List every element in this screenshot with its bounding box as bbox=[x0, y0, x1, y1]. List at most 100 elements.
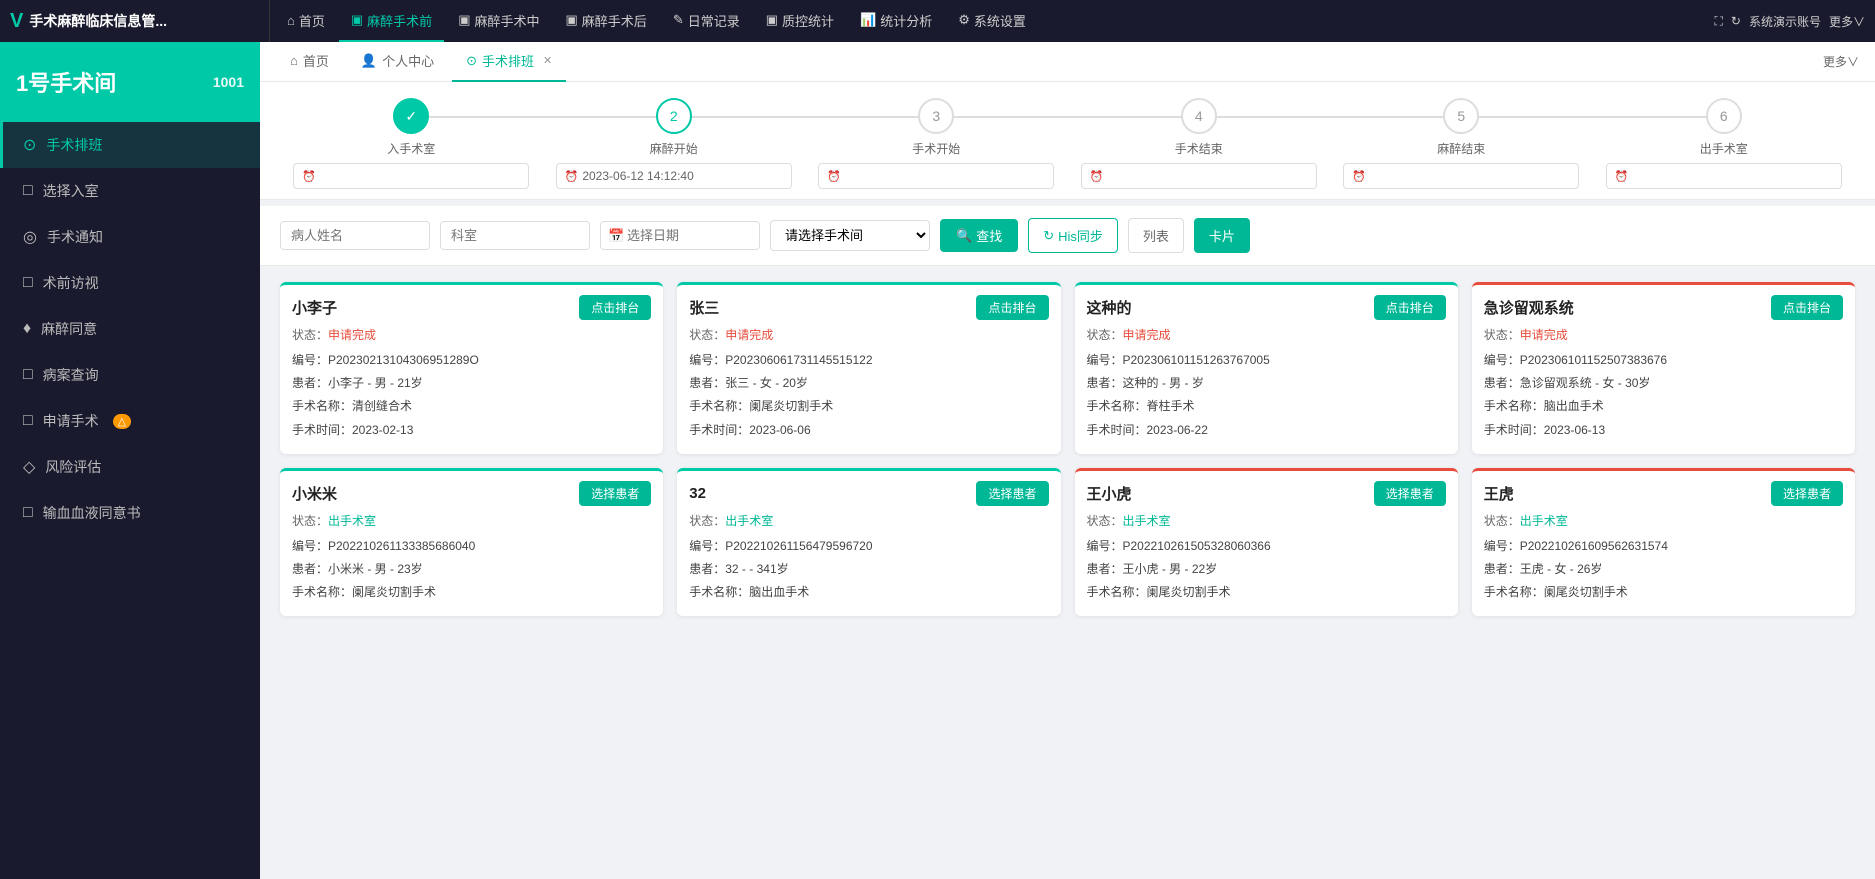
tab-personal-icon: 👤 bbox=[361, 53, 377, 69]
room-id: 1001 bbox=[213, 74, 244, 90]
patient-card-8: 王虎 选择患者 状态：出手术室 编号：P20221026160956263157… bbox=[1472, 468, 1855, 617]
card-8-body: 编号：P202210261609562631574 患者：王虎 - 女 - 26… bbox=[1472, 533, 1855, 617]
nav-item-home[interactable]: ⌂ 首页 bbox=[275, 0, 337, 42]
sidebar-item-preop-visit[interactable]: □ 术前访视 bbox=[0, 260, 260, 306]
patient-card-5: 小米米 选择患者 状态：出手术室 编号：P2022102611333856860… bbox=[280, 468, 663, 617]
step-5-circle: 5 bbox=[1443, 98, 1479, 134]
nav-item-post-anesthesia[interactable]: ▣ 麻醉手术后 bbox=[554, 0, 659, 42]
sidebar-item-blood-consent[interactable]: □ 输血血液同意书 bbox=[0, 490, 260, 536]
step-4-circle: 4 bbox=[1181, 98, 1217, 134]
card-5-code: 编号：P202210261133385686040 bbox=[292, 537, 651, 556]
tab-more-button[interactable]: 更多∨ bbox=[1823, 53, 1859, 70]
card-7-select-button[interactable]: 选择患者 bbox=[1374, 481, 1446, 506]
nav-item-daily-records[interactable]: ✎ 日常记录 bbox=[661, 0, 752, 42]
card-5-select-button[interactable]: 选择患者 bbox=[579, 481, 651, 506]
post-anesthesia-icon: ▣ bbox=[566, 12, 578, 28]
patient-card-7: 王小虎 选择患者 状态：出手术室 编号：P2022102615053280603… bbox=[1075, 468, 1458, 617]
card-4-status-text: 申请完成 bbox=[1520, 328, 1568, 342]
card-7-body: 编号：P202210261505328060366 患者：王小虎 - 男 - 2… bbox=[1075, 533, 1458, 617]
refresh-icon: ↻ bbox=[1731, 14, 1741, 28]
card-1-arrange-button[interactable]: 点击排台 bbox=[579, 295, 651, 320]
app-title: 手术麻醉临床信息管... bbox=[29, 11, 167, 31]
card-7-surgery-name: 手术名称：阑尾炎切割手术 bbox=[1087, 583, 1446, 602]
tab-surgery-schedule[interactable]: ⊙ 手术排班 ✕ bbox=[452, 42, 566, 82]
card-5-header: 小米米 选择患者 bbox=[280, 471, 663, 512]
card-6-surgery-name: 手术名称：脑出血手术 bbox=[689, 583, 1048, 602]
step-1-time[interactable]: ⏰ bbox=[293, 163, 529, 189]
card-7-header: 王小虎 选择患者 bbox=[1075, 471, 1458, 512]
settings-icon: ⚙ bbox=[958, 12, 970, 28]
sidebar-item-risk-eval[interactable]: ◇ 风险评估 bbox=[0, 444, 260, 490]
sidebar-item-anesthesia-consent[interactable]: ♦ 麻醉同意 bbox=[0, 306, 260, 352]
step-5-time[interactable]: ⏰ bbox=[1343, 163, 1579, 189]
apply-surgery-icon: □ bbox=[23, 412, 33, 430]
system-demo-label: 系统演示账号 bbox=[1749, 13, 1821, 30]
sidebar-item-case-query[interactable]: □ 病案查询 bbox=[0, 352, 260, 398]
nav-items: ⌂ 首页 ▣ 麻醉手术前 ▣ 麻醉手术中 ▣ 麻醉手术后 ✎ 日常记录 ▣ 质控… bbox=[275, 0, 1710, 42]
card-6-select-button[interactable]: 选择患者 bbox=[976, 481, 1048, 506]
card-2-code: 编号：P202306061731145515122 bbox=[689, 351, 1048, 370]
card-3-arrange-button[interactable]: 点击排台 bbox=[1374, 295, 1446, 320]
sidebar-item-label: 病案查询 bbox=[43, 365, 99, 385]
during-surgery-icon: ▣ bbox=[458, 12, 470, 28]
card-6-name: 32 bbox=[689, 485, 706, 502]
step-1-label: 入手术室 bbox=[387, 140, 435, 157]
tab-home[interactable]: ⌂ 首页 bbox=[276, 42, 343, 82]
room-select[interactable]: 请选择手术间 bbox=[770, 220, 930, 251]
preop-visit-icon: □ bbox=[23, 274, 33, 292]
main-layout: 1号手术间 1001 ⊙ 手术排班 □ 选择入室 ◎ 手术通知 □ 术前访视 ♦ bbox=[0, 42, 1875, 879]
nav-item-quality-control[interactable]: ▣ 质控统计 bbox=[754, 0, 846, 42]
sidebar-item-select-entry[interactable]: □ 选择入室 bbox=[0, 168, 260, 214]
step-enter-or: ✓ 入手术室 ⏰ bbox=[280, 98, 543, 189]
steps-container: ✓ 入手术室 ⏰ 2 麻醉开始 ⏰ 2023-06-12 14:12:40 3 bbox=[260, 82, 1875, 200]
card-2-status-text: 申请完成 bbox=[725, 328, 773, 342]
nav-item-settings[interactable]: ⚙ 系统设置 bbox=[946, 0, 1038, 42]
patient-card-6: 32 选择患者 状态：出手术室 编号：P20221026115647959672… bbox=[677, 468, 1060, 617]
sidebar-item-apply-surgery[interactable]: □ 申请手术 △ bbox=[0, 398, 260, 444]
sidebar-item-label: 选择入室 bbox=[43, 181, 99, 201]
expand-icon[interactable]: ⛶ bbox=[1715, 14, 1723, 29]
step-6-time[interactable]: ⏰ bbox=[1606, 163, 1842, 189]
nav-item-pre-anesthesia[interactable]: ▣ 麻醉手术前 bbox=[339, 0, 444, 42]
card-3-surgery-name: 手术名称：脊柱手术 bbox=[1087, 397, 1446, 416]
card-4-arrange-button[interactable]: 点击排台 bbox=[1771, 295, 1843, 320]
card-1-code: 编号：P20230213104306951289O bbox=[292, 351, 651, 370]
search-button[interactable]: 🔍 查找 bbox=[940, 219, 1018, 252]
calendar-icon: 📅 bbox=[608, 228, 624, 244]
card-6-body: 编号：P202210261156479596720 患者：32 - - 341岁… bbox=[677, 533, 1060, 617]
tab-personal[interactable]: 👤 个人中心 bbox=[347, 42, 448, 82]
card-2-body: 编号：P202306061731145515122 患者：张三 - 女 - 20… bbox=[677, 347, 1060, 454]
surgery-notice-icon: ◎ bbox=[23, 227, 37, 247]
card-2-arrange-button[interactable]: 点击排台 bbox=[976, 295, 1048, 320]
nav-right: ⛶ ↻ 系统演示账号 更多∨ bbox=[1715, 13, 1866, 30]
tab-close-icon[interactable]: ✕ bbox=[543, 54, 552, 67]
surgery-schedule-icon: ⊙ bbox=[23, 135, 36, 155]
step-surgery-start: 3 手术开始 ⏰ bbox=[805, 98, 1068, 189]
more-label[interactable]: 更多∨ bbox=[1829, 13, 1865, 30]
sidebar-item-surgery-schedule[interactable]: ⊙ 手术排班 bbox=[0, 122, 260, 168]
card-5-surgery-name: 手术名称：阑尾炎切割手术 bbox=[292, 583, 651, 602]
step-4-time[interactable]: ⏰ bbox=[1081, 163, 1317, 189]
step-2-label: 麻醉开始 bbox=[650, 140, 698, 157]
list-view-button[interactable]: 列表 bbox=[1128, 218, 1184, 253]
step-6-label: 出手术室 bbox=[1700, 140, 1748, 157]
tab-home-icon: ⌂ bbox=[290, 53, 298, 68]
sidebar-item-surgery-notice[interactable]: ◎ 手术通知 bbox=[0, 214, 260, 260]
his-sync-button[interactable]: ↻ His同步 bbox=[1028, 218, 1118, 253]
patient-name-input[interactable] bbox=[280, 221, 430, 250]
card-view-button[interactable]: 卡片 bbox=[1194, 218, 1250, 253]
top-navigation: V 手术麻醉临床信息管... ⌂ 首页 ▣ 麻醉手术前 ▣ 麻醉手术中 ▣ 麻醉… bbox=[0, 0, 1875, 42]
step-2-time[interactable]: ⏰ 2023-06-12 14:12:40 bbox=[556, 163, 792, 189]
step-6-circle: 6 bbox=[1706, 98, 1742, 134]
sidebar-item-label: 手术排班 bbox=[46, 135, 102, 155]
card-6-code: 编号：P202210261156479596720 bbox=[689, 537, 1048, 556]
card-4-status: 状态：申请完成 bbox=[1472, 326, 1855, 347]
card-8-status-text: 出手术室 bbox=[1520, 514, 1568, 528]
nav-item-stats[interactable]: 📊 统计分析 bbox=[848, 0, 944, 42]
case-query-icon: □ bbox=[23, 366, 33, 384]
card-8-select-button[interactable]: 选择患者 bbox=[1771, 481, 1843, 506]
nav-item-during-surgery[interactable]: ▣ 麻醉手术中 bbox=[446, 0, 551, 42]
step-3-time[interactable]: ⏰ bbox=[818, 163, 1054, 189]
department-input[interactable] bbox=[440, 221, 590, 250]
stats-icon: 📊 bbox=[860, 12, 876, 28]
